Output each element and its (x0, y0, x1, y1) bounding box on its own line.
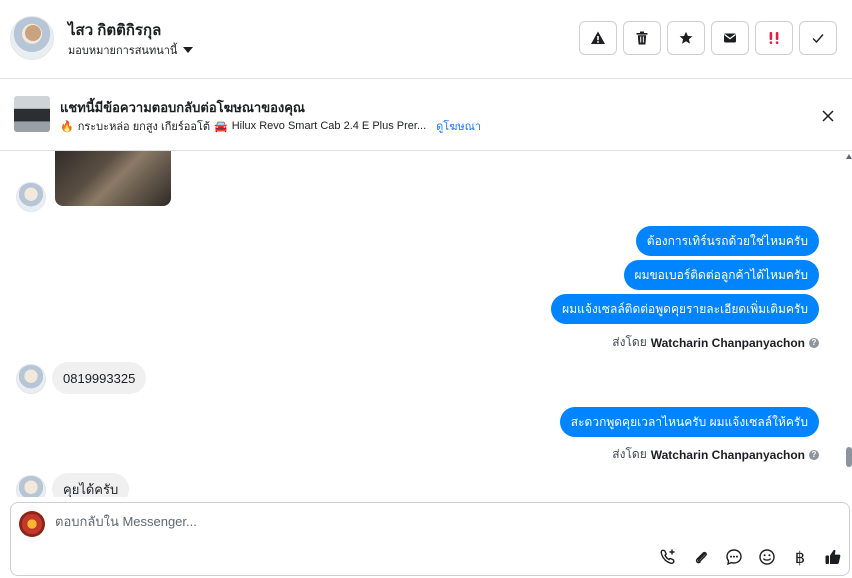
follow-up-button[interactable] (755, 21, 793, 55)
close-icon (822, 110, 834, 122)
reply-input[interactable] (55, 514, 755, 529)
ad-banner-details: 🔥 กระบะหล่อ ยกสูง เกียร์ออโต้ 🚘 Hilux Re… (60, 117, 481, 135)
smiley-icon (759, 549, 775, 565)
baht-icon: ฿ (794, 547, 806, 567)
payment-button[interactable]: ฿ (789, 546, 811, 568)
saved-replies-button[interactable] (723, 546, 745, 568)
warning-icon (591, 31, 605, 44)
info-icon[interactable]: ? (809, 449, 819, 460)
thread-scrollbar[interactable] (845, 151, 852, 497)
view-ad-link[interactable]: ดูโฆษณา (436, 117, 481, 135)
ad-name: Hilux Revo Smart Cab 2.4 E Plus Prer... (231, 120, 427, 132)
outgoing-message[interactable]: สะดวกพูดคุยเวลาไหนครับ ผมแจ้งเซลล์ให้ครั… (559, 407, 819, 437)
close-banner-button[interactable] (818, 106, 838, 126)
phone-plus-icon (660, 549, 675, 565)
sent-by-label: ส่งโดย Watcharin Chanpanyachon ? (612, 445, 819, 464)
chat-bubble-icon (726, 549, 742, 566)
ad-promo-text: กระบะหล่อ ยกสูง เกียร์ออโต้ (77, 121, 211, 133)
call-button[interactable] (657, 546, 679, 568)
envelope-icon (724, 33, 736, 43)
thumbs-up-icon (825, 549, 841, 564)
conversation-header: ไสว กิตติกิรกุล มอบหมายการสนทนานี้ (0, 0, 852, 79)
scrollbar-thumb[interactable] (846, 447, 852, 467)
caret-down-icon (183, 47, 194, 53)
contact-avatar-small (16, 182, 46, 212)
ad-thumbnail[interactable] (14, 96, 50, 132)
fire-icon: 🔥 (60, 120, 74, 133)
star-icon (679, 31, 693, 44)
header-actions (579, 21, 837, 55)
assign-conversation-dropdown[interactable]: มอบหมายการสนทนานี้ (68, 41, 194, 59)
mark-unread-button[interactable] (711, 21, 749, 55)
contact-avatar-small (16, 475, 46, 497)
trash-icon (636, 31, 648, 45)
message-thread[interactable]: ต้องการเทิร์นรถด้วยใช่ไหมครับ ผมขอเบอร์ต… (0, 151, 852, 497)
outgoing-message[interactable]: ผมขอเบอร์ติดต่อลูกค้าได้ไหมครับ (623, 260, 819, 290)
contact-avatar-small (16, 364, 46, 394)
assign-label: มอบหมายการสนทนานี้ (68, 45, 178, 57)
sender-name: Watcharin Chanpanyachon (650, 447, 805, 462)
star-button[interactable] (667, 21, 705, 55)
incoming-message[interactable]: 0819993325 (52, 362, 147, 394)
message-composer: ฿ (10, 502, 850, 576)
sent-by-prefix: ส่งโดย (612, 335, 647, 349)
delete-button[interactable] (623, 21, 661, 55)
outgoing-message[interactable]: ผมแจ้งเซลล์ติดต่อพูดคุยรายละเอียดเพิ่มเต… (551, 294, 819, 324)
image-message[interactable] (55, 151, 171, 206)
info-icon[interactable]: ? (809, 337, 819, 348)
emoji-button[interactable] (756, 546, 778, 568)
contact-avatar[interactable] (10, 16, 54, 60)
scroll-up-arrow-icon[interactable] (846, 154, 852, 159)
exclamation-icon (769, 32, 779, 44)
paperclip-icon (695, 551, 707, 564)
page-avatar (19, 511, 45, 537)
sent-by-label: ส่งโดย Watcharin Chanpanyachon ? (612, 333, 819, 352)
incoming-message[interactable]: คุยได้ครับ (52, 473, 130, 497)
send-like-button[interactable] (822, 546, 844, 568)
check-icon (812, 34, 824, 44)
ad-banner-title: แชทนี้มีข้อความตอบกลับต่อโฆษณาของคุณ (60, 100, 305, 115)
composer-tools: ฿ (657, 546, 844, 568)
outgoing-message[interactable]: ต้องการเทิร์นรถด้วยใช่ไหมครับ (635, 226, 819, 256)
attach-button[interactable] (690, 546, 712, 568)
sender-name: Watcharin Chanpanyachon (650, 335, 805, 350)
report-spam-button[interactable] (579, 21, 617, 55)
sent-by-prefix: ส่งโดย (612, 447, 647, 461)
ad-reply-banner: แชทนี้มีข้อความตอบกลับต่อโฆษณาของคุณ 🔥 ก… (0, 80, 852, 151)
contact-name[interactable]: ไสว กิตติกิรกุล (68, 18, 161, 42)
car-icon: 🚘 (214, 120, 228, 133)
mark-done-button[interactable] (799, 21, 837, 55)
